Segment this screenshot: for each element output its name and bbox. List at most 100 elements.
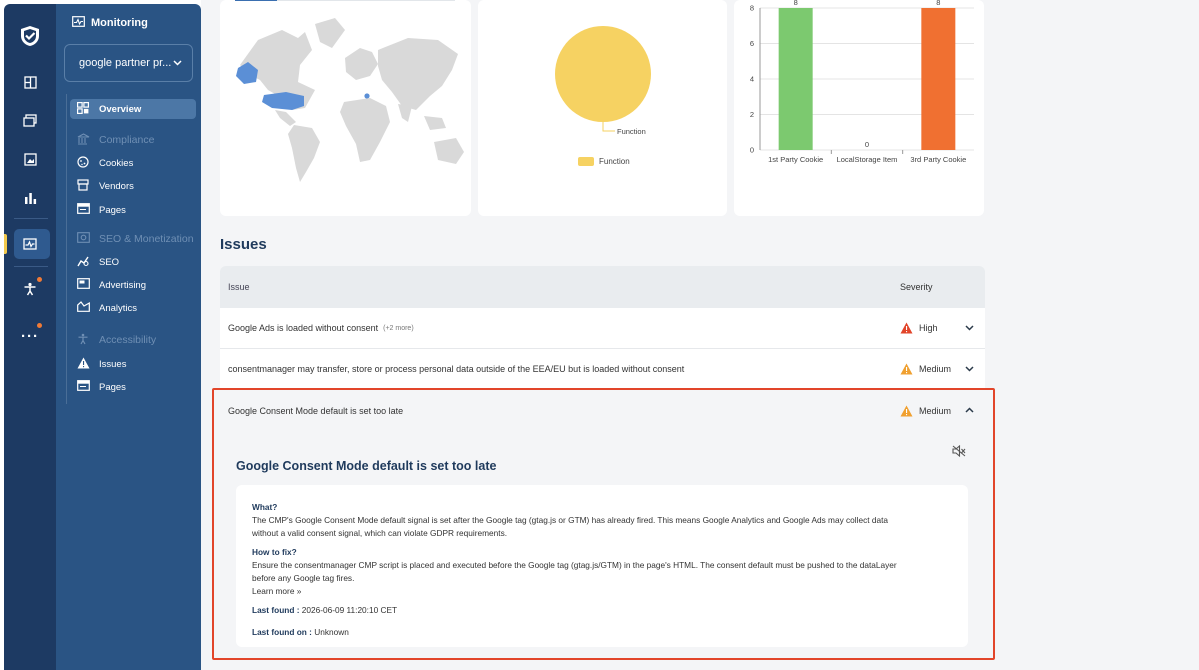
sidebar-item-label: Pages: [99, 204, 126, 216]
highlight-box: [212, 388, 995, 660]
pie-legend[interactable]: Function: [578, 157, 630, 167]
y-tick-label: 2: [750, 110, 754, 119]
map-tab-selected[interactable]: [235, 0, 277, 1]
more-icon[interactable]: ···: [4, 322, 56, 350]
table-row[interactable]: consentmanager may transfer, store or pr…: [220, 349, 985, 390]
seo-group-icon: [76, 232, 90, 246]
pie-slice-function[interactable]: [555, 26, 651, 122]
bar[interactable]: [921, 8, 956, 150]
vendor-icon: [76, 178, 90, 194]
sidebar-item-issues[interactable]: Issues: [70, 354, 196, 374]
high-severity-icon: [900, 322, 913, 334]
sidebar-group-label: SEO & Monetization: [99, 233, 194, 245]
bar-chart-icon[interactable]: [4, 184, 56, 212]
site-selector[interactable]: google partner pr...: [64, 44, 193, 82]
sidebar-item-pages[interactable]: Pages: [70, 200, 196, 220]
legend-swatch: [578, 157, 594, 167]
table-row[interactable]: Google Ads is loaded without consent (+2…: [220, 308, 985, 349]
logo-icon[interactable]: [4, 22, 56, 50]
severity-badge: High: [900, 322, 938, 334]
pie-chart: Function: [555, 26, 651, 136]
y-tick-label: 4: [750, 75, 754, 84]
sidebar-item-label: Pages: [99, 381, 126, 393]
sidebar-group-seo-monetization: SEO & Monetization: [70, 229, 196, 249]
sidebar-item-label: Analytics: [99, 302, 138, 314]
pie-chart-card: Function Function: [478, 0, 727, 216]
advertising-icon: [76, 278, 90, 292]
pages-icon: [76, 380, 90, 394]
sidebar-item-label: Vendors: [99, 180, 134, 192]
bar-chart-card: 0 2 4 6 8 8 1st Party Cookie 0 LocalStorage Item…: [734, 0, 984, 216]
sidebar-item-advertising[interactable]: Advertising: [70, 275, 196, 295]
sidebar-item-label: Advertising: [99, 279, 146, 291]
sidebar-group-accessibility: Accessibility: [70, 330, 196, 350]
bar-value-label: 8: [936, 0, 940, 7]
chevron-down-icon[interactable]: [965, 364, 974, 375]
chevron-down-icon[interactable]: [965, 323, 974, 334]
sidebar-group-compliance: Compliance: [70, 130, 196, 150]
bar-value-label: 0: [865, 140, 869, 149]
europe-region: [364, 93, 370, 99]
issue-text: consentmanager may transfer, store or pr…: [228, 364, 685, 374]
y-tick-label: 6: [750, 39, 754, 48]
column-header-issue[interactable]: Issue: [228, 282, 250, 292]
sidebar-title: Monitoring: [91, 17, 148, 29]
sidebar-item-analytics[interactable]: Analytics: [70, 298, 196, 318]
bar-chart: 0 2 4 6 8 8 1st Party Cookie 0 LocalStorage Item…: [750, 0, 974, 164]
bar-value-label: 8: [794, 0, 798, 7]
compliance-icon: [76, 132, 90, 148]
sidebar-item-label: Issues: [99, 358, 127, 370]
sidebar-item-label: SEO: [99, 256, 120, 268]
map-tabs: [235, 0, 455, 1]
overview-icon: [76, 101, 90, 117]
medium-severity-icon: [900, 363, 913, 375]
severity-badge: Medium: [900, 363, 951, 375]
y-tick-label: 0: [750, 146, 754, 155]
warning-icon: [76, 357, 90, 372]
severity-label: Medium: [919, 364, 952, 374]
sidebar-item-label: Overview: [99, 103, 142, 115]
sidebar-item-accessibility-pages[interactable]: Pages: [70, 377, 196, 397]
sidebar-header: Monitoring: [72, 16, 148, 30]
x-tick-label: 1st Party Cookie: [768, 155, 823, 164]
bar[interactable]: [778, 8, 813, 150]
folder-icon[interactable]: [4, 106, 56, 134]
seo-icon: [76, 255, 90, 270]
column-header-severity[interactable]: Severity: [900, 282, 933, 292]
sidebar-item-label: Cookies: [99, 157, 134, 169]
issue-more[interactable]: (+2 more): [383, 325, 414, 332]
image-icon[interactable]: [4, 145, 56, 173]
monitoring-icon: [72, 16, 85, 30]
monitoring-icon[interactable]: [4, 230, 56, 258]
notification-dot: [37, 323, 42, 328]
sidebar-item-overview[interactable]: Overview: [70, 99, 196, 119]
usa-region: [262, 92, 304, 110]
dashboard-icon[interactable]: [4, 68, 56, 96]
sidebar-item-seo[interactable]: SEO: [70, 252, 196, 272]
analytics-icon: [76, 301, 90, 315]
accessibility-icon[interactable]: [4, 275, 56, 303]
site-selector-value: google partner pr...: [79, 57, 172, 69]
x-tick-label: 3rd Party Cookie: [910, 155, 966, 164]
legend-label: Function: [599, 157, 630, 166]
accessibility-icon: [76, 333, 90, 348]
pages-icon: [76, 203, 90, 217]
nav-tree-line: [66, 94, 67, 404]
sidebar-item-vendors[interactable]: Vendors: [70, 176, 196, 196]
issues-heading: Issues: [220, 236, 267, 253]
sidebar-group-label: Accessibility: [99, 334, 157, 346]
sidebar-group-label: Compliance: [99, 134, 155, 146]
world-map: [236, 18, 464, 182]
rail-divider: [14, 266, 48, 267]
chevron-down-icon: [173, 57, 182, 69]
icon-rail: ···: [4, 4, 56, 670]
issues-table-header: Issue Severity: [220, 266, 985, 308]
sidebar: Monitoring google partner pr... Overview…: [56, 4, 201, 670]
pie-slice-label: Function: [617, 127, 646, 136]
pie-label-line: [602, 122, 615, 132]
y-tick-label: 8: [750, 4, 754, 13]
x-tick-label: LocalStorage Item: [837, 155, 898, 164]
cookie-icon: [76, 155, 90, 171]
sidebar-item-cookies[interactable]: Cookies: [70, 153, 196, 173]
severity-label: High: [919, 323, 938, 333]
